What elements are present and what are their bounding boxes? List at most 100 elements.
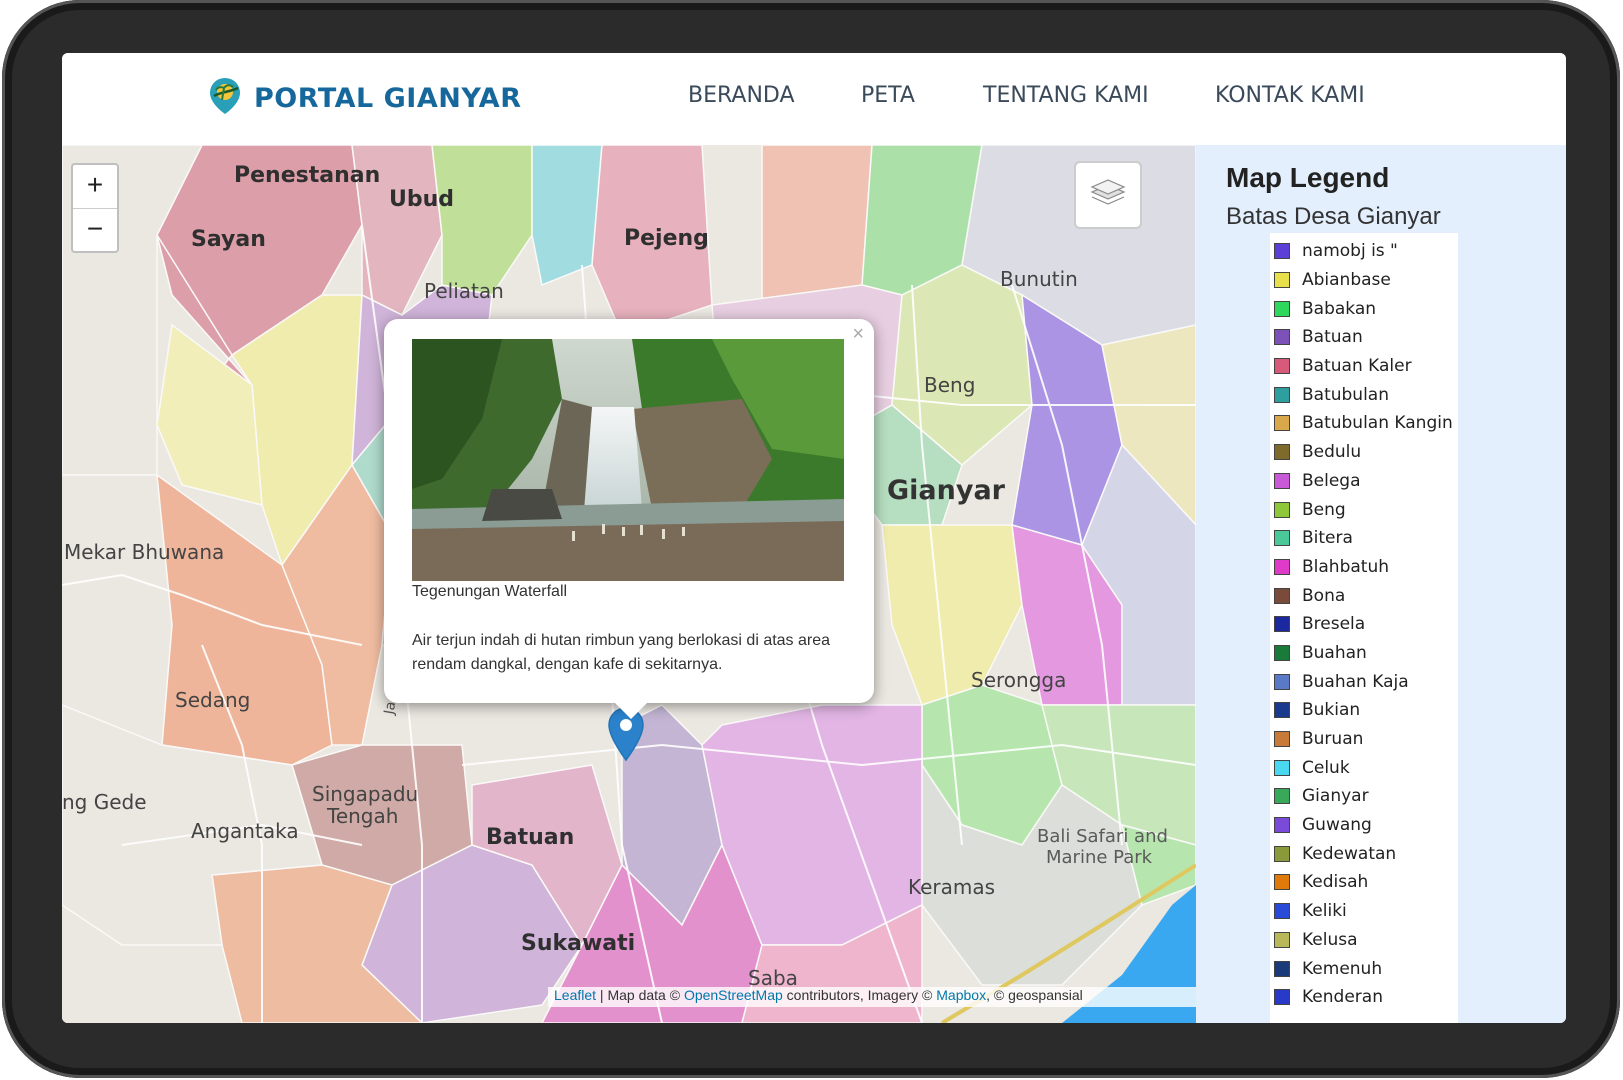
zoom-in-button[interactable]: + xyxy=(73,165,117,209)
nav-kontak-kami[interactable]: KONTAK KAMI xyxy=(1215,83,1365,108)
legend-item-label: Batubulan Kangin xyxy=(1302,413,1453,434)
legend-swatch xyxy=(1274,845,1290,862)
legend-item: Kelusa xyxy=(1270,926,1458,955)
place-peliatan: Peliatan xyxy=(424,279,504,303)
legend-item: Kemenuh xyxy=(1270,954,1458,983)
legend-item-label: Guwang xyxy=(1302,815,1372,836)
brand[interactable]: PORTAL GIANYAR xyxy=(208,73,522,123)
legend-swatch xyxy=(1274,243,1290,260)
legend-item-label: Bona xyxy=(1302,585,1346,606)
legend-item-label: Blahbatuh xyxy=(1302,556,1390,577)
legend-swatch xyxy=(1274,644,1290,661)
place-penestanan: Penestanan xyxy=(234,163,381,188)
legend-swatch xyxy=(1274,874,1290,891)
legend-item-label: Kenderan xyxy=(1302,987,1383,1008)
legend-item: Batuan Kaler xyxy=(1270,352,1458,381)
legend-item: Beng xyxy=(1270,495,1458,524)
legend-swatch xyxy=(1274,444,1290,461)
legend-item: Kenderan xyxy=(1270,983,1458,1012)
map-legend: Map Legend Batas Desa Gianyar namobj is … xyxy=(1196,145,1566,1023)
screen: PORTAL GIANYAR BERANDA PETA TENTANG KAMI… xyxy=(62,53,1566,1023)
place-ng-gede: ng Gede xyxy=(62,790,147,814)
legend-item: Buruan xyxy=(1270,725,1458,754)
place-sukawati: Sukawati xyxy=(521,931,636,956)
legend-item-label: Gianyar xyxy=(1302,786,1369,807)
legend-swatch xyxy=(1274,386,1290,403)
place-mekar-bhuwana: Mekar Bhuwana xyxy=(64,540,225,564)
legend-swatch xyxy=(1274,472,1290,489)
place-gianyar: Gianyar xyxy=(887,475,1005,506)
place-angantaka: Angantaka xyxy=(191,819,299,843)
place-ubud: Ubud xyxy=(389,187,455,212)
place-pejeng: Pejeng xyxy=(624,226,709,251)
legend-item: Celuk xyxy=(1270,753,1458,782)
map-view[interactable]: Penestanan Ubud Sayan Pejeng Peliatan Bu… xyxy=(62,145,1196,1023)
legend-item: Buahan xyxy=(1270,639,1458,668)
place-batuan: Batuan xyxy=(486,825,575,850)
legend-swatch xyxy=(1274,558,1290,575)
attribution-leaflet-link[interactable]: Leaflet xyxy=(554,987,596,1003)
legend-item: Gianyar xyxy=(1270,782,1458,811)
legend-swatch xyxy=(1274,788,1290,805)
legend-item: Abianbase xyxy=(1270,266,1458,295)
legend-swatch xyxy=(1274,587,1290,604)
place-sayan: Sayan xyxy=(191,227,266,252)
legend-item: Kedisah xyxy=(1270,868,1458,897)
legend-item-label: Buruan xyxy=(1302,729,1364,750)
legend-item-label: Babakan xyxy=(1302,298,1377,319)
legend-item-label: Bitera xyxy=(1302,528,1353,549)
legend-swatch xyxy=(1274,329,1290,346)
device-frame: PORTAL GIANYAR BERANDA PETA TENTANG KAMI… xyxy=(2,0,1620,1078)
legend-item: Blahbatuh xyxy=(1270,553,1458,582)
legend-subtitle: Batas Desa Gianyar xyxy=(1226,203,1441,230)
legend-item-label: Belega xyxy=(1302,470,1361,491)
legend-swatch xyxy=(1274,272,1290,289)
place-beng: Beng xyxy=(924,373,976,397)
attribution-osm-link[interactable]: OpenStreetMap xyxy=(684,987,783,1003)
place-keramas: Keramas xyxy=(908,875,996,899)
legend-swatch xyxy=(1274,501,1290,518)
attribution-mapbox-link[interactable]: Mapbox xyxy=(936,987,986,1003)
legend-item: Bukian xyxy=(1270,696,1458,725)
attribution-text-1: | Map data © xyxy=(596,987,684,1003)
popup-close-button[interactable]: × xyxy=(852,323,864,346)
legend-swatch xyxy=(1274,759,1290,776)
legend-item-label: namobj is " xyxy=(1302,241,1398,262)
legend-swatch xyxy=(1274,415,1290,432)
legend-swatch xyxy=(1274,673,1290,690)
legend-item: Guwang xyxy=(1270,811,1458,840)
legend-item: Buahan Kaja xyxy=(1270,667,1458,696)
map-attribution: Leaflet | Map data © OpenStreetMap contr… xyxy=(548,987,1196,1007)
place-marine-park: Marine Park xyxy=(1046,847,1153,868)
legend-item-label: Keliki xyxy=(1302,901,1347,922)
legend-item: Babakan xyxy=(1270,294,1458,323)
marker-popup: × Tegenungan Waterfall Air terjun indah … xyxy=(384,319,874,719)
legend-item: Bresela xyxy=(1270,610,1458,639)
legend-item-label: Celuk xyxy=(1302,757,1350,778)
legend-item: Batuan xyxy=(1270,323,1458,352)
attribution-text-2: contributors, Imagery © xyxy=(782,987,937,1003)
legend-swatch xyxy=(1274,358,1290,375)
place-sedang: Sedang xyxy=(175,688,251,712)
legend-item: Keliki xyxy=(1270,897,1458,926)
layers-button[interactable] xyxy=(1074,161,1142,229)
legend-swatch xyxy=(1274,989,1290,1006)
legend-swatch xyxy=(1274,530,1290,547)
legend-swatch xyxy=(1274,817,1290,834)
legend-item: Batubulan xyxy=(1270,380,1458,409)
legend-item: Bedulu xyxy=(1270,438,1458,467)
brand-title: PORTAL GIANYAR xyxy=(254,82,522,114)
legend-list[interactable]: namobj is " Abianbase Babakan Batuan Batuan … xyxy=(1270,233,1458,1023)
nav-beranda[interactable]: BERANDA xyxy=(688,83,795,108)
zoom-out-button[interactable]: − xyxy=(73,209,117,252)
nav-tentang-kami[interactable]: TENTANG KAMI xyxy=(983,83,1149,108)
place-singapadu: Singapadu xyxy=(312,782,419,806)
legend-item: Bona xyxy=(1270,581,1458,610)
nav-peta[interactable]: PETA xyxy=(861,83,915,108)
legend-item-label: Abianbase xyxy=(1302,270,1391,291)
legend-item-label: Kedewatan xyxy=(1302,843,1397,864)
legend-item-label: Bresela xyxy=(1302,614,1366,635)
legend-item: Kedewatan xyxy=(1270,839,1458,868)
waterfall-photo xyxy=(412,339,844,581)
legend-item-label: Buahan xyxy=(1302,642,1367,663)
